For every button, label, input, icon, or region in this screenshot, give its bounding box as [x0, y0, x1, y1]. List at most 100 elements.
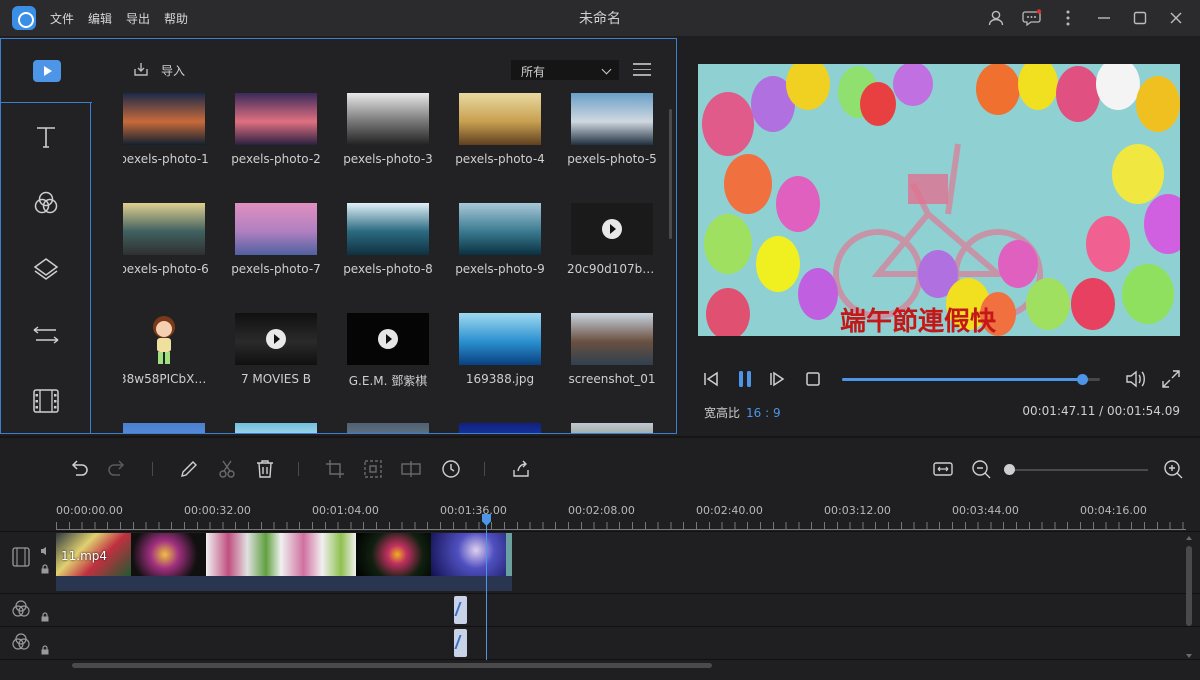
media-item[interactable]: 7 MOVIES B [226, 313, 326, 386]
media-item[interactable]: 38w58PICbXXXX [123, 313, 214, 386]
media-item[interactable]: pexels-photo-2 [226, 93, 326, 166]
media-thumbnail [571, 93, 653, 145]
media-item[interactable]: pexels-photo-1 [123, 93, 214, 166]
mosaic-icon[interactable] [362, 458, 384, 480]
ruler-time-label: 00:04:16.00 [1080, 504, 1147, 517]
duration-icon[interactable] [440, 458, 462, 480]
media-panel: 导入 所有 pexels-photo-1 pexels-photo-2 pexels… [0, 38, 677, 434]
media-item[interactable]: pexels-photo-5 [562, 93, 662, 166]
media-toolbar: 导入 [131, 61, 185, 79]
media-item[interactable] [450, 423, 550, 433]
menu-help[interactable]: 帮助 [164, 10, 188, 27]
menu-edit[interactable]: 编辑 [88, 10, 112, 27]
media-item[interactable]: pexels-photo-3 [338, 93, 438, 166]
ruler-baseline [56, 529, 1186, 530]
lock-icon[interactable] [40, 564, 50, 574]
fullscreen-icon[interactable] [1160, 368, 1182, 390]
split-screen-icon[interactable] [400, 458, 422, 480]
lock-icon[interactable] [40, 612, 50, 622]
transition-icon [33, 326, 59, 344]
media-thumbnail [347, 93, 429, 145]
volume-icon[interactable] [40, 546, 50, 556]
menu-export[interactable]: 导出 [126, 10, 150, 27]
previous-frame-icon[interactable] [700, 368, 722, 390]
clip-name: 11.mp4 [61, 549, 108, 563]
tab-overlays[interactable] [1, 237, 91, 301]
tab-elements[interactable] [1, 369, 91, 433]
media-thumbnail [571, 423, 653, 433]
app-logo-icon[interactable] [12, 6, 36, 30]
delete-icon[interactable] [254, 458, 276, 480]
ruler-time-label: 00:01:36.00 [440, 504, 507, 517]
more-options-icon[interactable] [1056, 6, 1080, 30]
media-item[interactable] [226, 423, 326, 433]
undo-icon[interactable] [68, 458, 90, 480]
video-clip[interactable]: 11.mp4 [56, 533, 512, 591]
zoom-slider[interactable] [1008, 469, 1148, 471]
media-item[interactable]: 20c90d107b00 [562, 203, 662, 276]
timeline-ruler[interactable]: 00:00:00.00 00:00:32.00 00:01:04.00 00:01:3… [56, 500, 1186, 530]
media-item[interactable]: pexels-photo-9 [450, 203, 550, 276]
media-item[interactable]: screenshot_01 [562, 313, 662, 386]
media-item[interactable] [562, 423, 662, 433]
scissors-icon[interactable] [216, 458, 238, 480]
minimize-icon[interactable] [1092, 6, 1116, 30]
media-thumbnail [347, 423, 429, 433]
zoom-slider-handle[interactable] [1004, 464, 1015, 475]
aspect-ratio-value[interactable]: 16 : 9 [746, 406, 781, 420]
media-item[interactable] [338, 423, 438, 433]
media-thumbnail [123, 423, 205, 433]
media-item[interactable]: pexels-photo-4 [450, 93, 550, 166]
export-share-icon[interactable] [510, 458, 532, 480]
media-thumbnail [123, 203, 205, 255]
user-icon[interactable] [984, 6, 1008, 30]
media-item[interactable]: pexels-photo-8 [338, 203, 438, 276]
pause-icon[interactable] [734, 368, 756, 390]
media-item[interactable]: pexels-photo-7 [226, 203, 326, 276]
media-item[interactable]: 169388.jpg [450, 313, 550, 386]
import-button[interactable]: 导入 [161, 62, 185, 79]
tab-filters[interactable] [1, 171, 91, 235]
zoom-in-icon[interactable] [1162, 458, 1184, 480]
play-icon [378, 329, 398, 349]
redo-icon[interactable] [106, 458, 128, 480]
media-item-label: pexels-photo-7 [231, 262, 321, 276]
fit-timeline-icon[interactable] [932, 458, 954, 480]
filter-marker[interactable] [454, 596, 467, 624]
crop-icon[interactable] [324, 458, 346, 480]
clip-thumbnail: 11.mp4 [56, 533, 131, 576]
zoom-out-icon[interactable] [970, 458, 992, 480]
media-filter-select[interactable]: 所有 [511, 60, 619, 80]
next-frame-icon[interactable] [766, 368, 788, 390]
feedback-icon[interactable] [1020, 6, 1044, 30]
tab-text[interactable] [1, 105, 91, 169]
overlay-marker[interactable] [454, 629, 467, 657]
edit-pencil-icon[interactable] [178, 458, 200, 480]
media-item-label: pexels-photo-1 [123, 152, 209, 166]
media-item[interactable]: pexels-photo-6 [123, 203, 214, 276]
timeline-horizontal-scrollbar[interactable] [62, 661, 1182, 669]
media-item[interactable] [123, 423, 214, 433]
playhead[interactable] [486, 516, 487, 660]
clip-thumbnail [206, 533, 281, 576]
media-item[interactable]: G.E.M. 鄧紫棋 [338, 313, 438, 389]
import-icon[interactable] [131, 61, 151, 79]
tab-media[interactable] [1, 39, 92, 103]
menu-file[interactable]: 文件 [50, 10, 74, 27]
list-view-icon[interactable] [633, 63, 651, 77]
media-scrollbar[interactable] [669, 99, 672, 467]
tab-transitions[interactable] [1, 303, 91, 367]
toolbar-separator [298, 462, 299, 476]
toolbar-separator [152, 462, 153, 476]
stop-icon[interactable] [802, 368, 824, 390]
maximize-icon[interactable] [1128, 6, 1152, 30]
track-separator [0, 593, 1200, 594]
lock-icon[interactable] [40, 645, 50, 655]
playback-progress[interactable] [842, 374, 1100, 385]
volume-icon[interactable] [1124, 368, 1146, 390]
progress-handle[interactable] [1076, 374, 1088, 385]
timeline-vertical-scrollbar[interactable] [1184, 534, 1194, 660]
close-icon[interactable] [1164, 6, 1188, 30]
ruler-time-label: 00:03:12.00 [824, 504, 891, 517]
clip-thumbnail [506, 533, 512, 576]
